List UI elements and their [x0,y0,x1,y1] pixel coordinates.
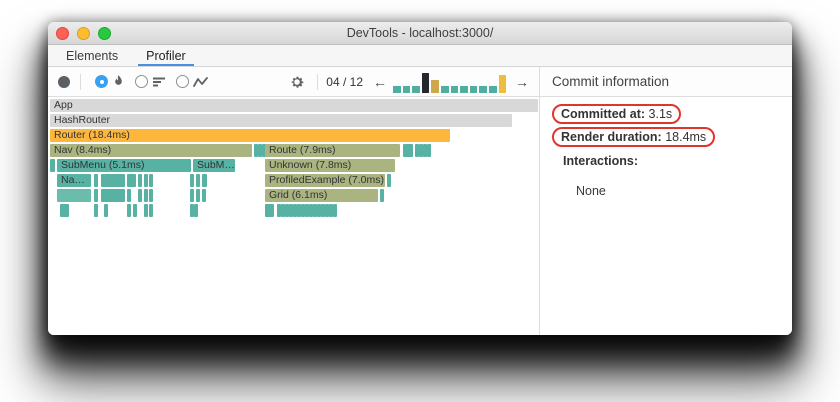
flamegraph-view-radio[interactable] [95,75,108,88]
traffic-lights [56,22,111,44]
flame-bar-fragment[interactable] [101,189,125,202]
flame-bar-fragment[interactable] [144,189,148,202]
profiler-toolbar: 04 / 12 ← → [48,67,539,97]
flame-bar-fragment[interactable] [190,174,194,187]
toolbar-divider [80,73,81,90]
flame-bar-fragment[interactable] [427,144,431,157]
flame-bar-grid[interactable]: Grid (6.1ms) [265,189,378,202]
flame-bar-fragment[interactable] [202,189,206,202]
flame-bar-fragment[interactable] [127,189,131,202]
flame-bar-na[interactable]: Na… [57,174,91,187]
flame-bar-router[interactable]: Router (18.4ms) [50,129,450,142]
flame-bar-fragment[interactable] [149,174,153,187]
flame-bar-fragment[interactable] [94,189,98,202]
commit-selector [393,71,509,93]
render-duration-value: 18.4ms [665,130,707,144]
flame-bar-fragment[interactable] [190,189,194,202]
flame-bar-fragment[interactable] [380,189,384,202]
flame-bar-route[interactable]: Route (7.9ms) [265,144,400,157]
flame-bar-fragment[interactable] [194,204,198,217]
commit-bar[interactable] [469,85,478,93]
flame-bar-fragment[interactable] [101,174,125,187]
flame-bar-fragment[interactable] [50,159,55,172]
flame-bar-fragment[interactable] [94,174,98,187]
devtools-window: DevTools - localhost:3000/ Elements Prof… [48,22,792,335]
tab-elements[interactable]: Elements [52,45,132,66]
tab-bar: Elements Profiler [48,45,792,67]
tab-profiler-label: Profiler [146,48,186,63]
flame-bar-fragment[interactable] [387,174,391,187]
flame-bar-fragment[interactable] [138,189,142,202]
settings-gear-icon[interactable] [289,74,305,90]
next-commit-button[interactable]: → [511,74,533,90]
flame-bar-fragment[interactable] [144,174,148,187]
commit-bar[interactable] [460,85,468,93]
flame-bar-profiledexample[interactable]: ProfiledExample (7.0ms) [265,174,385,187]
commit-counter: 04 / 12 [326,74,363,89]
flame-icon [112,75,125,88]
commit-bar[interactable] [393,85,401,93]
interactions-label: Interactions: [563,154,639,168]
annotation-committed-at: Committed at: 3.1s [552,104,682,124]
commit-info-header: Commit information [540,67,792,97]
commit-bar[interactable] [402,85,411,93]
tab-elements-label: Elements [66,48,119,63]
flame-bar-fragment[interactable] [144,204,148,217]
interactions-icon [193,76,209,88]
minimize-button[interactable] [77,26,90,40]
commit-bar[interactable] [479,85,487,93]
flame-bar-fragment[interactable] [265,204,274,217]
render-duration-label: Render duration: [561,130,662,144]
tab-profiler[interactable]: Profiler [132,45,200,66]
annotation-render-duration: Render duration: 18.4ms [552,127,716,147]
flame-bar-fragment[interactable] [127,204,131,217]
prev-commit-button[interactable]: ← [369,74,391,90]
flame-bar-fragment[interactable] [196,174,200,187]
flame-bar-app[interactable]: App [50,99,538,112]
flame-bar-fragment[interactable] [149,189,153,202]
zoom-button[interactable] [98,26,111,40]
flame-chart: App HashRouter Router (18.4ms) Nav (8.4ms) R… [48,97,539,335]
flame-bar-fragment[interactable] [149,204,153,217]
commit-info-body: Committed at: 3.1s Render duration: 18.4… [540,97,792,203]
flame-bar-fragment[interactable] [127,174,136,187]
commit-info-pane: Commit information Committed at: 3.1s Re… [540,67,792,335]
flame-bar-fragment[interactable] [138,174,142,187]
commit-bar[interactable] [450,85,459,93]
commit-bar[interactable] [412,85,420,93]
flame-bar-hashrouter[interactable]: HashRouter [50,114,512,127]
flame-bar-fragment[interactable] [133,204,137,217]
commit-bar[interactable] [421,72,430,93]
commit-bar[interactable] [488,85,497,93]
flame-bar-fragment[interactable] [202,174,207,187]
flame-bar-subm[interactable]: SubM… [193,159,235,172]
titlebar: DevTools - localhost:3000/ [48,22,792,45]
committed-at-value: 3.1s [648,107,673,121]
interactions-view-radio[interactable] [176,75,189,88]
window-title: DevTools - localhost:3000/ [346,26,494,40]
flame-bar-fragment[interactable] [403,144,413,157]
ranked-view-radio[interactable] [135,75,148,88]
commit-bar[interactable] [498,74,507,93]
ranked-chart-icon [152,75,166,88]
flame-bar-fragment[interactable] [57,189,91,202]
commit-bar[interactable] [431,79,439,93]
record-button[interactable] [58,75,70,88]
toolbar-divider [317,73,319,90]
interactions-value: None [576,184,606,198]
profiler-pane: 04 / 12 ← → App HashRouter Router (18.4ms)… [48,67,539,335]
flame-bar-fragment[interactable] [60,204,69,217]
flame-bar-nav[interactable]: Nav (8.4ms) [50,144,252,157]
committed-at-label: Committed at: [561,107,646,121]
close-button[interactable] [56,26,69,40]
flame-bar-fragment[interactable] [333,204,337,217]
flame-bar-unknown[interactable]: Unknown (7.8ms) [265,159,395,172]
commit-bar[interactable] [440,85,449,93]
flame-bar-submenu[interactable]: SubMenu (5.1ms) [57,159,191,172]
flame-bar-fragment[interactable] [94,204,98,217]
flame-bar-fragment[interactable] [196,189,200,202]
flame-bar-fragment[interactable] [104,204,108,217]
